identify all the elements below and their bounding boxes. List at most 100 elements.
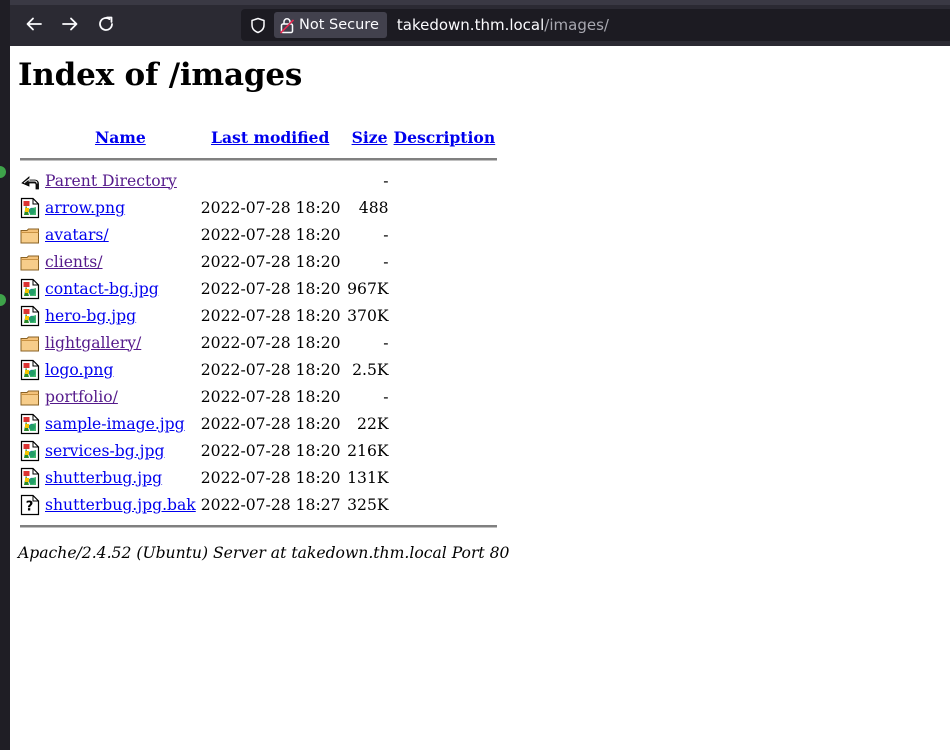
file-link[interactable]: shutterbug.jpg	[45, 469, 162, 487]
icon-cell	[20, 303, 42, 328]
image-file-icon	[20, 413, 42, 435]
name-cell: contact-bg.jpg	[44, 276, 197, 301]
back-button[interactable]	[20, 10, 48, 38]
size-cell: -	[383, 252, 389, 271]
modified-cell	[199, 168, 342, 193]
icon-cell	[20, 438, 42, 463]
icon-cell	[20, 465, 42, 490]
table-row: logo.png 2022-07-28 18:20 2.5K	[20, 357, 497, 382]
table-row: avatars/2022-07-28 18:20 -	[20, 222, 497, 247]
site-security-indicator[interactable]: Not Secure	[274, 12, 387, 38]
icon-cell: ?	[20, 492, 42, 517]
arrow-right-icon	[62, 17, 78, 31]
modified-cell: 2022-07-28 18:20	[200, 333, 341, 352]
name-cell: portfolio/	[44, 384, 197, 409]
name-cell: services-bg.jpg	[44, 438, 197, 463]
name-cell: avatars/	[44, 222, 197, 247]
size-cell: -	[383, 225, 389, 244]
icon-cell	[20, 249, 42, 274]
image-file-icon	[20, 467, 42, 489]
listing-body: Parent Directory - arrow.png 2022-07-28 18:…	[20, 168, 497, 517]
modified-cell: 2022-07-28 18:20	[200, 225, 341, 244]
name-column-header: Name	[44, 124, 197, 150]
sort-by-description-link[interactable]: Description	[394, 128, 496, 147]
file-link[interactable]: arrow.png	[45, 199, 125, 217]
url-text[interactable]: takedown.thm.local/images/	[397, 16, 609, 34]
description-cell	[392, 168, 498, 193]
table-row: contact-bg.jpg 2022-07-28 18:20 967K	[20, 276, 497, 301]
size-cell: 370K	[347, 306, 389, 325]
modified-cell: 2022-07-28 18:20	[200, 414, 341, 433]
modified-cell: 2022-07-28 18:20	[200, 468, 341, 487]
description-cell	[392, 222, 498, 247]
page-content: Index of /images Name Last modified Size…	[10, 46, 950, 750]
arrow-left-icon	[26, 17, 42, 31]
name-cell: sample-image.jpg	[44, 411, 197, 436]
description-cell	[392, 465, 498, 490]
table-row: lightgallery/2022-07-28 18:20 -	[20, 330, 497, 355]
image-file-icon	[20, 305, 42, 327]
unknown-file-icon: ?	[20, 494, 42, 516]
file-link[interactable]: shutterbug.jpg.bak	[45, 496, 196, 514]
modified-cell: 2022-07-28 18:20	[200, 252, 341, 271]
icon-cell	[20, 411, 42, 436]
size-cell: 22K	[357, 414, 389, 433]
size-cell: -	[383, 387, 389, 406]
file-link[interactable]: lightgallery/	[45, 334, 141, 352]
file-link[interactable]: logo.png	[45, 361, 113, 379]
image-file-icon	[20, 278, 42, 300]
name-cell: hero-bg.jpg	[44, 303, 197, 328]
file-link[interactable]: Parent Directory	[45, 172, 177, 190]
file-link[interactable]: hero-bg.jpg	[45, 307, 136, 325]
size-cell: 488	[358, 198, 389, 217]
browser-toolbar: Not Secure takedown.thm.local/images/	[10, 0, 950, 46]
sort-by-modified-link[interactable]: Last modified	[211, 128, 329, 147]
icon-cell	[20, 276, 42, 301]
address-bar[interactable]: Not Secure takedown.thm.local/images/	[241, 9, 950, 41]
file-link[interactable]: services-bg.jpg	[45, 442, 164, 460]
modified-cell: 2022-07-28 18:27	[200, 495, 341, 514]
sort-by-name-link[interactable]: Name	[95, 128, 146, 147]
icon-cell	[20, 195, 42, 220]
table-header-row: Name Last modified Size Description	[20, 124, 497, 150]
size-cell: -	[383, 171, 389, 190]
name-cell: shutterbug.jpg.bak	[44, 492, 197, 517]
name-cell: lightgallery/	[44, 330, 197, 355]
name-cell: arrow.png	[44, 195, 197, 220]
description-cell	[392, 276, 498, 301]
file-link[interactable]: avatars/	[45, 226, 109, 244]
description-cell	[392, 249, 498, 274]
description-cell	[392, 195, 498, 220]
modified-cell: 2022-07-28 18:20	[200, 360, 341, 379]
description-cell	[392, 492, 498, 517]
sort-by-size-link[interactable]: Size	[352, 128, 388, 147]
file-link[interactable]: contact-bg.jpg	[45, 280, 159, 298]
icon-cell	[20, 330, 42, 355]
reload-button[interactable]	[92, 10, 120, 38]
description-column-header: Description	[392, 124, 498, 150]
icon-cell	[20, 357, 42, 382]
svg-text:?: ?	[26, 499, 34, 514]
description-cell	[392, 411, 498, 436]
file-link[interactable]: sample-image.jpg	[45, 415, 185, 433]
modified-cell: 2022-07-28 18:20	[200, 279, 341, 298]
tracking-protection-shield-icon[interactable]	[243, 10, 273, 40]
size-cell: 967K	[347, 279, 389, 298]
page-title: Index of /images	[18, 57, 303, 93]
file-link[interactable]: portfolio/	[45, 388, 118, 406]
table-row: shutterbug.jpg 2022-07-28 18:20 131K	[20, 465, 497, 490]
table-row: Parent Directory -	[20, 168, 497, 193]
server-signature: Apache/2.4.52 (Ubuntu) Server at takedow…	[18, 544, 510, 562]
icon-cell	[20, 384, 42, 409]
reload-icon	[99, 16, 113, 31]
description-cell	[392, 384, 498, 409]
size-cell: -	[383, 333, 389, 352]
table-row: services-bg.jpg 2022-07-28 18:20 216K	[20, 438, 497, 463]
divider	[20, 524, 498, 528]
file-link[interactable]: clients/	[45, 253, 103, 271]
size-cell: 325K	[347, 495, 389, 514]
url-path: /images/	[544, 16, 609, 34]
desktop-indicator-icon	[0, 166, 6, 178]
forward-button[interactable]	[56, 10, 84, 38]
not-secure-label: Not Secure	[299, 17, 379, 33]
